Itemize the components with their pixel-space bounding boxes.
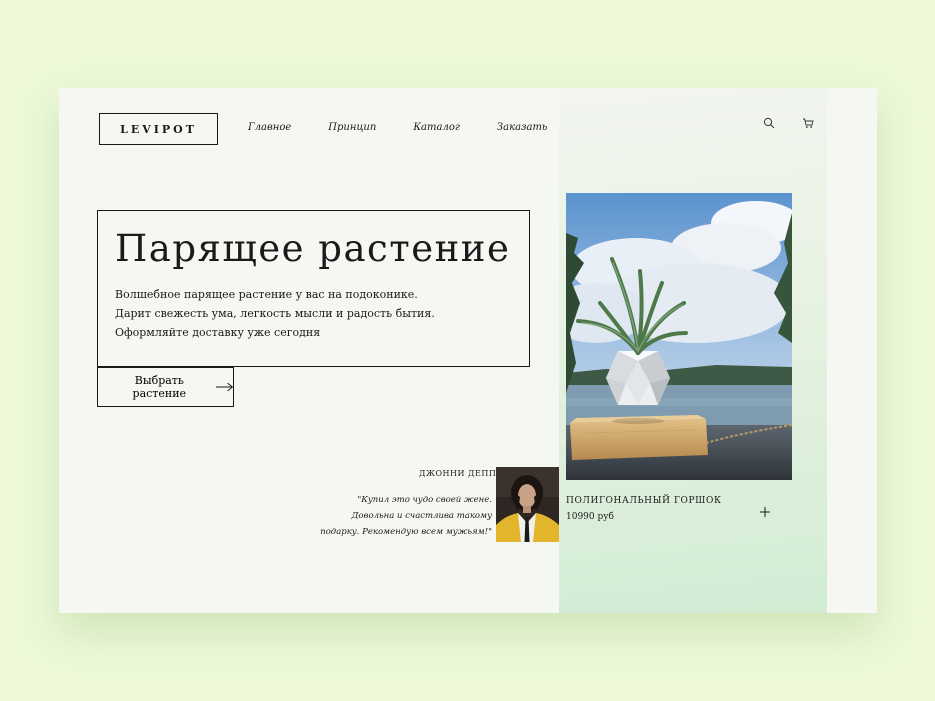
review-author: ДЖОННИ ДЕПП: [419, 469, 497, 478]
nav-item-principle[interactable]: Принцип: [328, 122, 376, 133]
logo[interactable]: LEVIPOT: [99, 113, 218, 145]
product-price: 10990 руб: [566, 512, 614, 522]
nav-item-catalog[interactable]: Каталог: [413, 122, 460, 133]
hero-title: Парящее растение: [115, 227, 511, 270]
plus-icon[interactable]: [759, 506, 771, 518]
reviewer-portrait: [496, 467, 559, 542]
review-line: подарку. Рекомендую всем мужьям!": [320, 527, 492, 537]
product-photo[interactable]: [566, 193, 792, 480]
hero-description-line: Дарит свежесть ума, легкость мысли и рад…: [115, 307, 435, 320]
nav-item-order[interactable]: Заказать: [497, 122, 547, 133]
review-line: "Купил это чудо своей жене.: [357, 495, 492, 505]
arrow-right-icon: [215, 382, 233, 392]
review-line: Довольна и счастлива такому: [351, 511, 492, 521]
hero-description-line: Оформляйте доставку уже сегодня: [115, 326, 321, 339]
hero-description: Волшебное парящее растение у вас на подо…: [115, 285, 435, 342]
reviewer-avatar: [496, 467, 559, 542]
product-name: ПОЛИГОНАЛЬНЫЙ ГОРШОК: [566, 496, 722, 506]
landing-card: LEVIPOT Главное Принцип Каталог Заказать…: [59, 88, 877, 613]
choose-plant-label: Выбрать растение: [132, 374, 187, 400]
nav-item-main[interactable]: Главное: [248, 122, 291, 133]
review-text: "Купил это чудо своей жене. Довольна и с…: [320, 492, 492, 540]
main-nav: Главное Принцип Каталог Заказать: [248, 122, 584, 133]
hero-box: Парящее растение Волшебное парящее расте…: [97, 210, 530, 367]
hero-description-line: Волшебное парящее растение у вас на подо…: [115, 288, 418, 301]
levitating-plant-image: [566, 193, 792, 480]
logo-text: LEVIPOT: [120, 122, 197, 136]
search-icon[interactable]: [763, 117, 775, 129]
choose-plant-button[interactable]: Выбрать растение: [97, 367, 234, 407]
cart-icon[interactable]: [802, 117, 814, 129]
